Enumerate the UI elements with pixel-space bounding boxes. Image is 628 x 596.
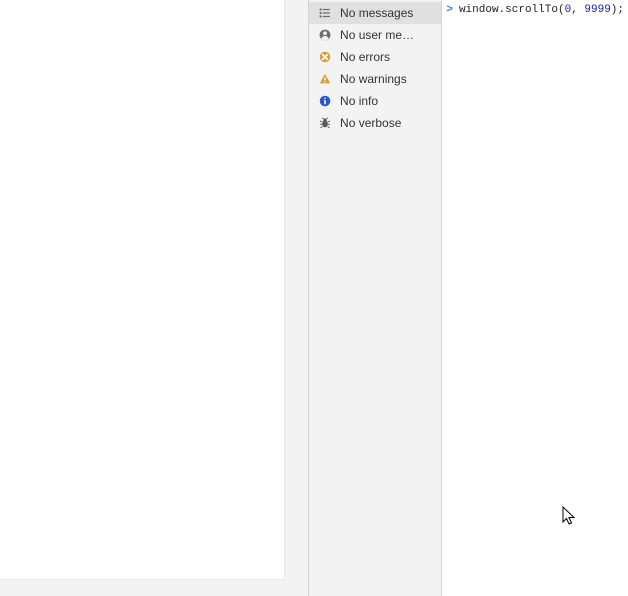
- console-pane[interactable]: > window.scrollTo(0, 9999);: [442, 0, 628, 596]
- filter-label: No user me…: [340, 28, 414, 42]
- console-input-line[interactable]: > window.scrollTo(0, 9999);: [442, 0, 628, 20]
- filter-label: No verbose: [340, 116, 401, 130]
- page-preview-content: [0, 0, 285, 580]
- console-filter-sidebar: No messages No user me… No errors: [308, 0, 442, 596]
- info-icon: [317, 93, 333, 109]
- filter-label: No info: [340, 94, 378, 108]
- list-icon: [317, 5, 333, 21]
- filter-label: No errors: [340, 50, 390, 64]
- filter-verbose[interactable]: No verbose: [309, 112, 441, 134]
- filter-errors[interactable]: No errors: [309, 46, 441, 68]
- filter-warnings[interactable]: No warnings: [309, 68, 441, 90]
- filter-label: No messages: [340, 6, 413, 20]
- filter-user-messages[interactable]: No user me…: [309, 24, 441, 46]
- page-preview-pane: [0, 0, 308, 596]
- console-prompt-icon: >: [446, 3, 453, 18]
- filter-messages[interactable]: No messages: [309, 2, 441, 24]
- bug-icon: [317, 115, 333, 131]
- filter-info[interactable]: No info: [309, 90, 441, 112]
- filter-label: No warnings: [340, 72, 407, 86]
- console-input-code[interactable]: window.scrollTo(0, 9999);: [459, 3, 624, 18]
- user-icon: [317, 27, 333, 43]
- warning-icon: [317, 71, 333, 87]
- error-icon: [317, 49, 333, 65]
- app-root: No messages No user me… No errors: [0, 0, 628, 596]
